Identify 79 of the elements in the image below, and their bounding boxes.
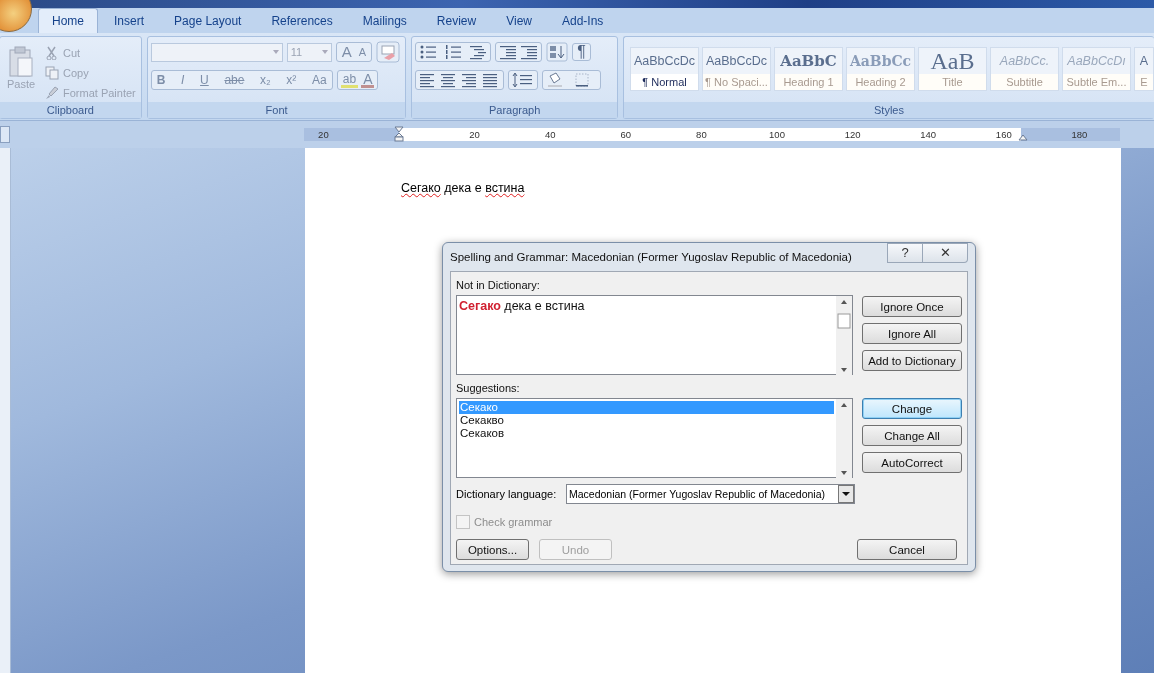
field-label: Suggestions: xyxy=(456,382,521,396)
font-color-button[interactable]: A xyxy=(361,72,375,88)
grow-font-button[interactable]: A xyxy=(339,44,354,60)
scrollbar-icon[interactable] xyxy=(836,399,852,479)
ruler-number: 40 xyxy=(543,128,557,141)
cancel-button[interactable]: Cancel xyxy=(857,539,957,560)
sort-icon[interactable] xyxy=(546,42,569,62)
scissors-icon xyxy=(45,46,59,60)
group-label: Styles xyxy=(874,104,904,116)
dialog-button[interactable]: Add to Dictionary xyxy=(862,350,962,371)
help-button[interactable]: ? xyxy=(887,243,923,263)
ruler-number: 120 xyxy=(844,128,861,141)
ruler-number: 160 xyxy=(995,128,1012,141)
increase-indent-icon[interactable] xyxy=(520,44,539,60)
format-button[interactable]: U xyxy=(198,72,211,88)
ribbon-tab[interactable]: View xyxy=(492,8,546,33)
multilevel-list-icon[interactable] xyxy=(469,44,488,60)
suggestion-item[interactable]: Секако xyxy=(459,401,834,414)
language-dropdown[interactable]: Macedonian (Former Yugoslav Republic of Macedonia) xyxy=(566,484,855,504)
decrease-indent-icon[interactable] xyxy=(499,44,518,60)
dropdown-icon[interactable] xyxy=(838,485,854,503)
dialog-button[interactable]: AutoCorrect xyxy=(862,452,962,473)
sentence-field[interactable]: Сегако дека е встина xyxy=(456,295,853,375)
dialog-button[interactable]: Ignore All xyxy=(862,323,962,344)
shrink-font-button[interactable]: A xyxy=(356,44,369,60)
ruler-number: 100 xyxy=(769,128,785,141)
group-label: Font xyxy=(265,104,288,116)
dialog-title: Spelling and Grammar: Macedonian (Former Yugoslav Republic of Macedonia) xyxy=(450,250,852,263)
clipboard-icon xyxy=(8,46,34,78)
ruler-number: 140 xyxy=(920,128,937,141)
suggestion-item[interactable]: Секакво xyxy=(459,414,834,427)
font-name-field[interactable] xyxy=(150,42,283,62)
ribbon-tab[interactable]: Page Layout xyxy=(160,8,256,33)
ruler-number: 20 xyxy=(468,128,481,141)
scrollbar-icon[interactable] xyxy=(836,296,852,376)
format-button[interactable]: Aa xyxy=(310,72,329,88)
options-button[interactable]: Options... xyxy=(456,539,529,560)
show-marks-button[interactable]: ¶ xyxy=(572,43,591,61)
ruler-number: 60 xyxy=(619,128,633,141)
ribbon-tab[interactable]: References xyxy=(257,8,347,33)
right-indent-icon[interactable] xyxy=(1018,134,1028,141)
suggestion-item[interactable]: Секаков xyxy=(459,427,834,440)
group-label: Clipboard xyxy=(46,104,94,116)
highlight-button[interactable]: ab xyxy=(340,72,359,88)
ruler-number: 80 xyxy=(695,128,708,141)
ribbon-tab[interactable]: Mailings xyxy=(348,8,421,33)
ribbon-tab[interactable]: Insert xyxy=(100,8,159,33)
ribbon-tab[interactable]: Home xyxy=(38,8,98,33)
style-item[interactable]: AaBbCcDc ¶ Normal xyxy=(630,47,699,91)
copy-icon xyxy=(45,66,59,80)
dialog-button[interactable]: Change All xyxy=(862,425,962,446)
format-button[interactable]: abe xyxy=(222,72,247,88)
dropdown-icon xyxy=(272,50,279,54)
ribbon-tab[interactable]: Add-Ins xyxy=(547,8,618,33)
style-item[interactable]: AaB Title xyxy=(918,47,987,91)
format-button[interactable]: x² xyxy=(284,72,299,88)
group-label: Paragraph xyxy=(489,104,541,116)
style-item[interactable]: AaBbCc. Subtitle xyxy=(990,47,1059,91)
dropdown-icon xyxy=(321,50,328,54)
checkbox-label: Check grammar xyxy=(474,516,553,528)
ribbon-tab[interactable]: Review xyxy=(422,8,491,33)
close-button[interactable]: ✕ xyxy=(923,243,968,263)
document-text: Сегако дека е встина xyxy=(401,181,526,195)
format-button[interactable]: B xyxy=(154,72,168,88)
style-item[interactable]: AaBbCc Heading 2 xyxy=(846,47,915,91)
dialog-button[interactable]: Ignore Once xyxy=(862,296,962,317)
format-button[interactable]: I xyxy=(179,72,187,88)
ruler-number: 180 xyxy=(1071,128,1088,141)
dialog-button[interactable]: Change xyxy=(862,398,962,419)
format-button[interactable]: x₂ xyxy=(258,72,273,88)
field-label: Dictionary language: xyxy=(456,488,558,500)
style-item[interactable]: A E xyxy=(1134,47,1154,91)
style-item[interactable]: AaBbCcDc ¶ No Spaci... xyxy=(702,47,771,91)
ruler-number: 20 xyxy=(317,128,330,141)
indent-marker-icon[interactable] xyxy=(394,126,404,142)
field-label: Not in Dictionary: xyxy=(456,279,541,293)
style-item[interactable]: AaBbCcDı Subtle Em... xyxy=(1062,47,1131,91)
brush-icon xyxy=(45,86,59,100)
style-item[interactable]: AaBbC Heading 1 xyxy=(774,47,843,91)
